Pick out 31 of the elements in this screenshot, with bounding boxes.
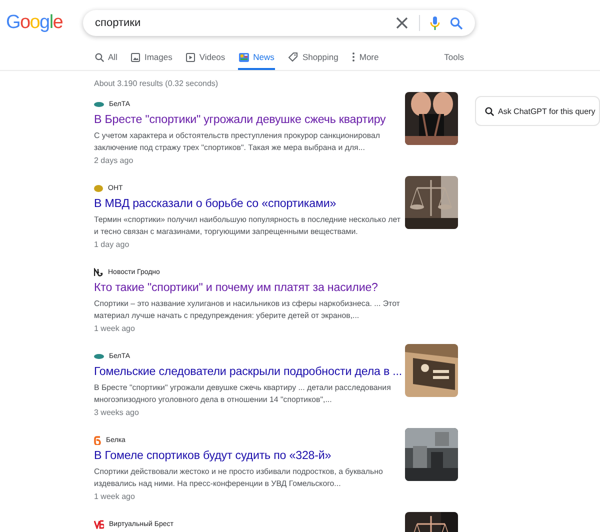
- result-title-link[interactable]: Кто такие "спортики" и почему им платят за насилие?: [94, 279, 402, 297]
- tag-icon: [288, 52, 298, 62]
- result-title-link[interactable]: В Бресте "спортики" угрожали девушке сжечь квартиру: [94, 111, 402, 129]
- search-input[interactable]: спортики: [95, 17, 385, 29]
- result-title-link[interactable]: В Гомеле спортиков будут судить по «328-й»: [94, 447, 402, 465]
- result-time: 1 week ago: [94, 324, 136, 333]
- result-title-link[interactable]: В МВД рассказали о борьбе со «спортиками»: [94, 195, 402, 213]
- tab[interactable]: Images: [130, 46, 174, 70]
- tab[interactable]: All: [94, 46, 118, 70]
- google-logo[interactable]: Google: [6, 10, 64, 36]
- result-time: 2 days ago: [94, 156, 134, 165]
- tab[interactable]: Videos: [185, 46, 226, 70]
- more-icon: [352, 52, 356, 62]
- microphone-icon[interactable]: [430, 16, 440, 30]
- tab[interactable]: Shopping: [287, 46, 340, 70]
- close-icon[interactable]: [395, 16, 409, 30]
- search-icon: [95, 52, 104, 62]
- image-icon: [131, 52, 140, 62]
- result-stats: About 3.190 results (0.32 seconds): [94, 79, 220, 88]
- result-time: 3 weeks ago: [94, 408, 140, 417]
- search-icon: [485, 106, 494, 116]
- news-icon: [239, 52, 250, 62]
- search-icon[interactable]: [450, 16, 463, 30]
- result-time: 1 week ago: [94, 492, 136, 501]
- ask-chatgpt-button[interactable]: Ask ChatGPT for this query: [475, 96, 600, 126]
- tab[interactable]: More: [351, 46, 380, 70]
- play-icon: [186, 52, 196, 62]
- tools-button[interactable]: Tools: [444, 46, 464, 70]
- tab[interactable]: News: [238, 46, 276, 70]
- result-time: 1 day ago: [94, 240, 130, 249]
- result-title-link[interactable]: Гомельские следователи раскрыли подробности дела в ...: [94, 363, 402, 381]
